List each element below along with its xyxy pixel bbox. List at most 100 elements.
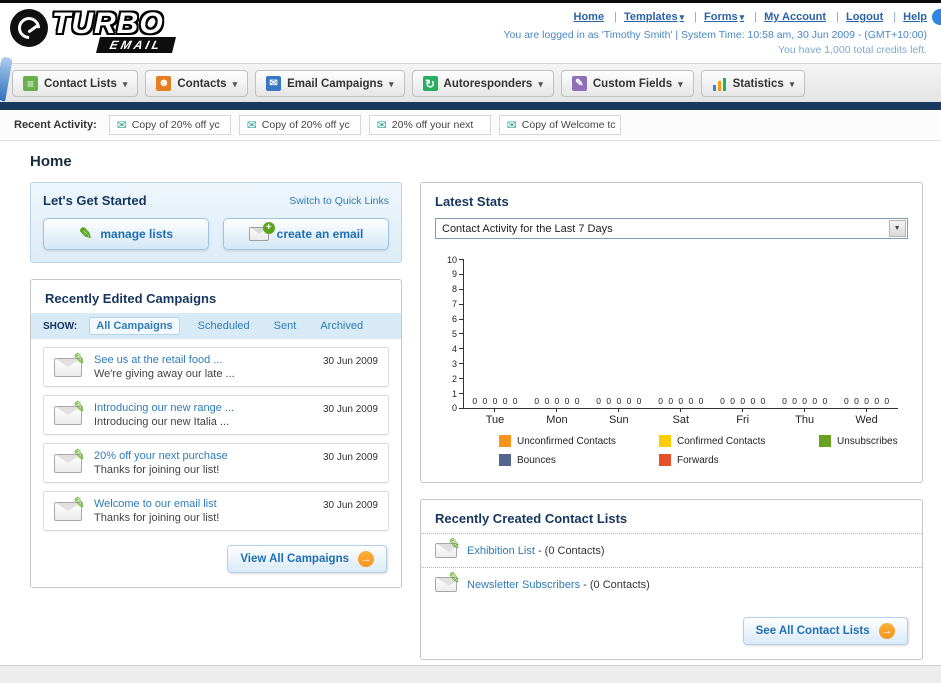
pencil-icon — [79, 224, 92, 244]
create-email-button[interactable]: create an email — [223, 218, 389, 250]
view-all-campaigns-button[interactable]: View All Campaigns — [227, 545, 387, 573]
pencil-icon — [72, 397, 87, 417]
recent-activity-item[interactable]: Copy of Welcome tc — [498, 115, 621, 135]
tab-sent[interactable]: Sent — [268, 318, 303, 334]
bar-value-labels: 0 0 0 0 0 — [782, 396, 828, 406]
nav-tab-autoresponders[interactable]: Autoresponders — [411, 70, 554, 97]
top-link-home[interactable]: Home — [574, 11, 605, 23]
campaign-row[interactable]: See us at the retail food ... We're givi… — [43, 347, 389, 387]
campaign-row[interactable]: 20% off your next purchase Thanks for jo… — [43, 443, 389, 483]
x-axis-label: Fri — [736, 414, 750, 426]
pencil-icon — [72, 445, 87, 465]
campaign-row[interactable]: Welcome to our email list Thanks for joi… — [43, 491, 389, 531]
envelope-icon — [377, 118, 387, 132]
top-link-my-account[interactable]: My Account — [747, 11, 826, 23]
manage-lists-button[interactable]: manage lists — [43, 218, 209, 250]
campaign-title-link[interactable]: See us at the retail food ... — [94, 354, 311, 366]
stats-period-select[interactable]: Contact Activity for the Last 7 Days — [435, 218, 908, 239]
contact-lists-icon — [23, 76, 38, 91]
legend-swatch — [499, 454, 511, 466]
top-links: Home Templates Forms My Account Logout H… — [503, 11, 928, 23]
nav-tab-contacts[interactable]: Contacts — [145, 70, 249, 97]
x-axis-label: Thu — [795, 414, 815, 426]
recent-activity-item[interactable]: Copy of 20% off yc — [238, 115, 361, 135]
logo-subtitle: EMAIL — [96, 37, 177, 53]
main-nav: Contact Lists Contacts Email Campaigns A… — [0, 63, 941, 102]
chart-day-group: 0 0 0 0 0 Tue — [464, 259, 526, 426]
campaign-date: 30 Jun 2009 — [322, 500, 378, 511]
top-link-help[interactable]: Help — [886, 11, 927, 23]
tab-scheduled[interactable]: Scheduled — [192, 318, 256, 334]
page-title: Home — [30, 153, 72, 170]
envelope-plus-icon — [248, 222, 275, 241]
campaign-title-link[interactable]: Introducing our new range ... — [94, 402, 311, 414]
recent-activity-item[interactable]: 20% off your next — [368, 115, 491, 135]
mail-edit-icon — [54, 453, 82, 473]
campaign-date: 30 Jun 2009 — [322, 404, 378, 415]
chevron-down-icon — [790, 78, 795, 90]
campaign-title-link[interactable]: Welcome to our email list — [94, 498, 311, 510]
custom-fields-icon — [571, 76, 587, 91]
bar-value-labels: 0 0 0 0 0 — [658, 396, 704, 406]
top-link-forms[interactable]: Forms — [687, 11, 744, 23]
nav-tab-label: Custom Fields — [592, 77, 673, 90]
chevron-down-icon — [678, 11, 685, 23]
envelope-icon — [247, 118, 257, 132]
x-axis-label: Wed — [855, 414, 878, 426]
list-edit-icon — [435, 543, 461, 558]
contact-list-item: Exhibition List - (0 Contacts) — [421, 533, 922, 567]
legend-swatch — [819, 435, 831, 447]
arrow-right-icon — [878, 623, 895, 639]
recent-activity-item[interactable]: Copy of 20% off yc — [108, 115, 231, 135]
mail-edit-icon — [54, 357, 82, 377]
contact-list-count: - (0 Contacts) — [537, 544, 605, 557]
nav-tab-email-campaigns[interactable]: Email Campaigns — [255, 70, 405, 97]
campaign-subtitle: Introducing our new Italia ... — [94, 416, 230, 428]
recent-activity-text: Copy of Welcome tc — [521, 119, 616, 131]
bar-value-labels: 0 0 0 0 0 — [720, 396, 766, 406]
campaign-subtitle: Thanks for joining our list! — [94, 512, 220, 524]
nav-tab-label: Autoresponders — [443, 77, 533, 90]
top-link-templates[interactable]: Templates — [607, 11, 684, 23]
credits-info: You have 1,000 total credits left. — [777, 43, 927, 56]
campaign-subtitle: Thanks for joining our list! — [94, 464, 220, 476]
recent-contact-lists-title: Recently Created Contact Lists — [435, 511, 628, 526]
chevron-down-icon — [123, 78, 128, 90]
chevron-down-icon — [678, 78, 683, 90]
switch-quick-links-link[interactable]: Switch to Quick Links — [289, 195, 389, 207]
contact-list-item: Newsletter Subscribers - (0 Contacts) — [421, 567, 922, 601]
nav-tab-contact-lists[interactable]: Contact Lists — [12, 70, 139, 97]
chevron-down-icon — [738, 11, 745, 23]
bar-value-labels: 0 0 0 0 0 — [534, 396, 580, 406]
nav-tab-statistics[interactable]: Statistics — [700, 70, 806, 97]
app-logo[interactable]: TURBO EMAIL — [10, 9, 177, 61]
plus-icon — [262, 222, 275, 234]
nav-divider — [0, 102, 941, 110]
pencil-icon — [447, 568, 462, 588]
campaign-date: 30 Jun 2009 — [322, 356, 378, 367]
tab-all-campaigns[interactable]: All Campaigns — [89, 317, 180, 335]
stats-period-value: Contact Activity for the Last 7 Days — [442, 222, 613, 235]
latest-stats-panel: Latest Stats Contact Activity for the La… — [420, 182, 923, 483]
campaign-title-link[interactable]: 20% off your next purchase — [94, 450, 311, 462]
chevron-down-icon — [233, 78, 238, 90]
chart-day-group: 0 0 0 0 0 Sun — [588, 259, 650, 426]
nav-tab-custom-fields[interactable]: Custom Fields — [560, 70, 694, 97]
arrow-right-icon — [358, 551, 374, 567]
contact-list-link[interactable]: Newsletter Subscribers — [467, 579, 580, 591]
campaigns-filter-tabs: SHOW: All Campaigns Scheduled Sent Archi… — [31, 313, 401, 339]
top-header: TURBO EMAIL Home Templates Forms My Acco… — [0, 3, 941, 63]
top-link-logout[interactable]: Logout — [829, 11, 883, 23]
nav-tab-label: Email Campaigns — [287, 77, 383, 90]
chart-y-axis: 10 9 8 7 6 5 4 3 2 1 0 — [439, 255, 463, 413]
campaign-row[interactable]: Introducing our new range ... Introducin… — [43, 395, 389, 435]
chart-plot: 0 0 0 0 0 Tue 0 0 0 0 0 Mon 0 0 0 0 0 Sun 0 0 … — [463, 259, 898, 426]
mail-edit-icon — [54, 405, 82, 425]
see-all-contact-lists-button[interactable]: See All Contact Lists — [742, 617, 908, 645]
mail-edit-icon — [54, 501, 82, 521]
bar-value-labels: 0 0 0 0 0 — [472, 396, 518, 406]
campaign-date: 30 Jun 2009 — [322, 452, 378, 463]
contact-activity-chart: 10 9 8 7 6 5 4 3 2 1 0 0 0 0 0 0 Tue 0 0 0 0 0 Mon 0 0… — [421, 245, 922, 482]
contact-list-link[interactable]: Exhibition List — [467, 545, 535, 557]
tab-archived[interactable]: Archived — [314, 318, 369, 334]
